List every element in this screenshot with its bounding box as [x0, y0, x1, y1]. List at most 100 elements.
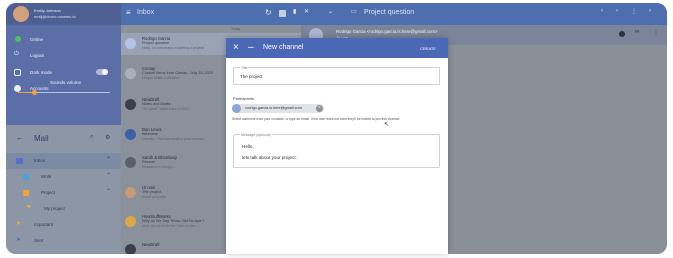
- profile-name: Emilly Johnson: [34, 8, 61, 13]
- chevron-up-icon[interactable]: ⌃: [106, 156, 111, 163]
- menu-item-dark-mode[interactable]: Dark mode: [6, 65, 121, 81]
- dialog-title: New channel: [263, 44, 304, 51]
- refresh-icon[interactable]: ↻: [265, 8, 272, 17]
- title-field-label: Title: [240, 66, 249, 70]
- create-button[interactable]: CREATE: [420, 46, 436, 51]
- chevron-up-icon[interactable]: ⌃: [106, 172, 111, 179]
- star-icon: ★: [16, 221, 22, 227]
- nav-item-label: Sent: [34, 238, 44, 243]
- mail-header: ← Mail ⌕ ⚙: [6, 131, 121, 147]
- close-icon[interactable]: ✕: [304, 8, 309, 15]
- sender-address: Rodrigo Garcia <rodrigo.garcia.is.here@g…: [336, 29, 438, 34]
- message-field-label: Message (optional): [240, 133, 272, 137]
- send-icon: ➤: [16, 237, 22, 243]
- folder-icon: [23, 190, 29, 196]
- message-preview: Research in Design...: [142, 165, 176, 169]
- avatar: [125, 157, 136, 168]
- top-bar: ≡ Inbox ↻ ▮ ✕ ⌄ ▭ Project question ‹ › ⋮…: [121, 3, 667, 25]
- next-icon[interactable]: ›: [616, 8, 618, 14]
- menu-item-label: Logout: [30, 53, 44, 58]
- message-subject: The project: [142, 190, 161, 194]
- dialog-header: × – New channel CREATE: [226, 38, 448, 58]
- avatar: [125, 129, 136, 140]
- menu-item-label: Online: [30, 37, 44, 42]
- menu-item-label: Dark mode: [30, 70, 53, 75]
- nav-item-sent[interactable]: ➤ Sent: [6, 233, 121, 249]
- nav-item-label: Inbox: [34, 158, 46, 163]
- status-dot-icon: [15, 36, 21, 42]
- sender-name: NewDraft: [142, 242, 160, 247]
- participants-label: Participants: [233, 96, 254, 101]
- conversation-subject: Project question: [364, 9, 415, 16]
- avatar: [232, 104, 241, 113]
- menu-item-logout[interactable]: ⏻ Logout: [6, 48, 121, 64]
- chevron-down-icon[interactable]: ⌄: [328, 8, 333, 15]
- info-icon[interactable]: [619, 31, 625, 37]
- delete-icon[interactable]: ▮: [293, 8, 296, 15]
- profile-menu: Online ⏻ Logout Dark mode Accounts: [6, 25, 121, 125]
- avatar[interactable]: [13, 6, 29, 22]
- nav-item-label: Work: [41, 174, 52, 179]
- menu-item-online[interactable]: Online: [6, 32, 121, 48]
- more-vert-icon[interactable]: ⋮: [653, 29, 659, 36]
- back-arrow-icon[interactable]: ←: [16, 133, 24, 142]
- message-preview: The great Twitter hack of 2020...: [142, 107, 193, 111]
- archive-icon[interactable]: [279, 10, 286, 17]
- close-icon[interactable]: ×: [233, 42, 239, 53]
- nav-item-label: My project: [44, 206, 65, 211]
- message-subject: Project question: [142, 41, 170, 45]
- accounts-icon: [14, 85, 21, 92]
- gear-icon[interactable]: ⚙: [105, 134, 110, 141]
- menu-icon[interactable]: ≡: [126, 8, 131, 17]
- message-preview: Also, do not invite the Saint on the...: [142, 224, 199, 228]
- message-subject: Rescue: [142, 160, 155, 164]
- avatar: [125, 38, 136, 49]
- chevron-right-icon[interactable]: ›: [649, 8, 651, 14]
- message-preview: Unique Matte Collection: [142, 76, 180, 80]
- message-line: lets talk about your project.: [242, 155, 297, 160]
- avatar: [125, 99, 136, 110]
- chevron-up-icon[interactable]: ⌃: [106, 188, 111, 195]
- nav-item-inbox[interactable]: Inbox ⌃: [6, 153, 121, 169]
- profile-header[interactable]: Emilly Johnson emilj@demo.onsetec.io: [6, 3, 121, 25]
- mouse-cursor-icon: ↖: [384, 122, 390, 128]
- nav-item-project[interactable]: Project ⌃: [6, 185, 121, 201]
- avatar: [125, 68, 136, 79]
- mail-title: Mail: [34, 134, 49, 143]
- message-preview: Literally: "Has this email in your brows…: [142, 137, 206, 141]
- message-subject: Why do We Say 'Show, But No Ape'?: [142, 219, 205, 223]
- sounds-volume-label: Sounds volume: [50, 80, 82, 85]
- folder-title: Inbox: [137, 9, 155, 16]
- more-icon[interactable]: ⋮: [631, 8, 637, 15]
- participant-email: rodrigo.garcia.is.here@gmail.com: [245, 106, 302, 110]
- inbox-icon: [16, 158, 23, 164]
- power-icon: ⏻: [14, 51, 19, 57]
- dark-mode-toggle[interactable]: [96, 69, 108, 75]
- chat-icon[interactable]: ▭: [351, 8, 357, 15]
- prev-icon[interactable]: ‹: [601, 8, 603, 14]
- nav-item-label: Project: [41, 190, 56, 195]
- new-channel-dialog: × – New channel CREATE Title The project…: [226, 38, 448, 254]
- search-icon[interactable]: ⌕: [90, 134, 93, 141]
- avatar: [125, 244, 136, 254]
- message-field[interactable]: Message (optional) Hello, lets talk abou…: [233, 133, 440, 168]
- nav-item-label: Important: [34, 222, 54, 227]
- nav-item-important[interactable]: ★ Important: [6, 217, 121, 233]
- remove-chip-icon[interactable]: ×: [316, 105, 323, 112]
- avatar: [125, 187, 136, 198]
- day-divider: Today: [231, 27, 241, 31]
- nav-item-my-project[interactable]: ⚑ My project: [6, 201, 121, 217]
- title-field[interactable]: Title The project: [233, 66, 440, 85]
- minimize-icon[interactable]: –: [248, 42, 254, 53]
- message-subject: Notes and Drafts: [142, 102, 171, 106]
- message-preview: Email on a deal: [142, 195, 167, 199]
- nav-item-work[interactable]: Work ⌃: [6, 169, 121, 185]
- title-field-value: The project: [240, 74, 263, 79]
- flag-icon: ⚑: [26, 205, 32, 211]
- link-icon[interactable]: ∞: [635, 29, 639, 35]
- participant-chip[interactable]: rodrigo.garcia.is.here@gmail.com ×: [232, 104, 324, 113]
- message-preview: Hello, I'm interested in starting a proj…: [142, 46, 205, 50]
- participants-help-text: Select someone from your contacts, or ty…: [232, 117, 401, 121]
- profile-email: emilj@demo.onsetec.io: [34, 14, 76, 19]
- left-sidebar: Emilly Johnson emilj@demo.onsetec.io Onl…: [6, 3, 121, 254]
